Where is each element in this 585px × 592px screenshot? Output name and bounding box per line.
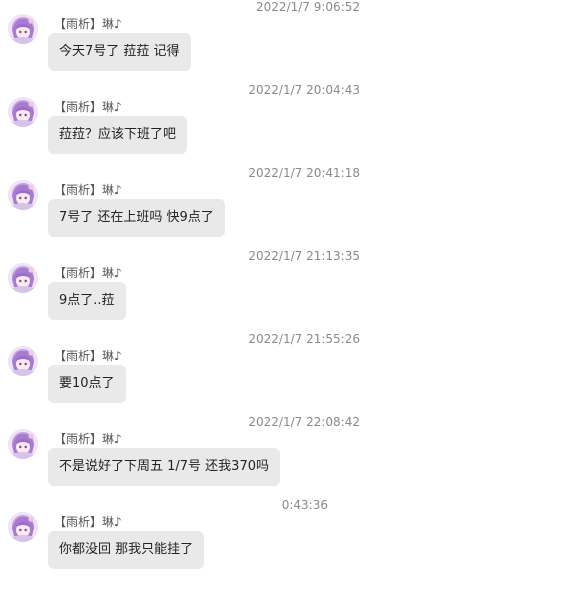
sender-avatar[interactable] [8,512,38,542]
message-row: 2022/1/7 21:13:35 【雨析】琳♪ 9点了..菈 [0,249,585,332]
message-bubble[interactable]: 不是说好了下周五 1/7号 还我370吗 [48,448,280,486]
message-row: 2022/1/7 9:06:52 【雨析】琳♪ 今天7号了 菈菈 记得 [0,0,585,83]
chat-history: 2022/1/7 9:06:52 【雨析】琳♪ 今天7号了 菈菈 记得 2022… [0,0,585,592]
anime-avatar-icon [8,429,38,459]
sender-name: 【雨析】琳♪ [54,266,122,280]
message-bubble[interactable]: 要10点了 [48,365,126,403]
message-bubble[interactable]: 菈菈？应该下班了吧 [48,116,188,154]
message-row: 2022/1/7 22:08:42 【雨析】琳♪ 不是说好了下周五 1/7号 还… [0,415,585,498]
sender-name: 【雨析】琳♪ [54,349,122,363]
sender-avatar[interactable] [8,346,38,376]
message-row: 2022/1/7 20:04:43 【雨析】琳♪ 菈菈？应该下班了吧 [0,83,585,166]
anime-avatar-icon [8,180,38,210]
sender-name: 【雨析】琳♪ [54,17,122,31]
message-timestamp: 2022/1/7 21:55:26 [248,332,360,346]
message-bubble[interactable]: 你都没回 那我只能挂了 [48,531,205,569]
message-timestamp: 2022/1/7 20:04:43 [248,83,360,97]
message-timestamp: 2022/1/7 9:06:52 [256,0,360,14]
anime-avatar-icon [8,346,38,376]
message-timestamp: 2022/1/7 20:41:18 [248,166,360,180]
message-timestamp: 0:43:36 [281,498,328,512]
anime-avatar-icon [8,97,38,127]
anime-avatar-icon [8,263,38,293]
sender-name: 【雨析】琳♪ [54,183,122,197]
sender-avatar[interactable] [8,14,38,44]
message-bubble[interactable]: 今天7号了 菈菈 记得 [48,33,191,71]
sender-avatar[interactable] [8,97,38,127]
sender-avatar[interactable] [8,429,38,459]
sender-avatar[interactable] [8,180,38,210]
anime-avatar-icon [8,14,38,44]
message-timestamp: 2022/1/7 22:08:42 [248,415,360,429]
message-timestamp: 2022/1/7 21:13:35 [248,249,360,263]
message-row: 0:43:36 【雨析】琳♪ 你都没回 那我只能挂了 [0,498,585,581]
sender-name: 【雨析】琳♪ [54,100,122,114]
message-bubble[interactable]: 9点了..菈 [48,282,126,320]
sender-name: 【雨析】琳♪ [54,515,122,529]
anime-avatar-icon [8,512,38,542]
message-row: 2022/1/7 20:41:18 【雨析】琳♪ 7号了 还在上班吗 快9点了 [0,166,585,249]
message-bubble[interactable]: 7号了 还在上班吗 快9点了 [48,199,225,237]
message-row: 2022/1/7 21:55:26 【雨析】琳♪ 要10点了 [0,332,585,415]
sender-avatar[interactable] [8,263,38,293]
sender-name: 【雨析】琳♪ [54,432,122,446]
